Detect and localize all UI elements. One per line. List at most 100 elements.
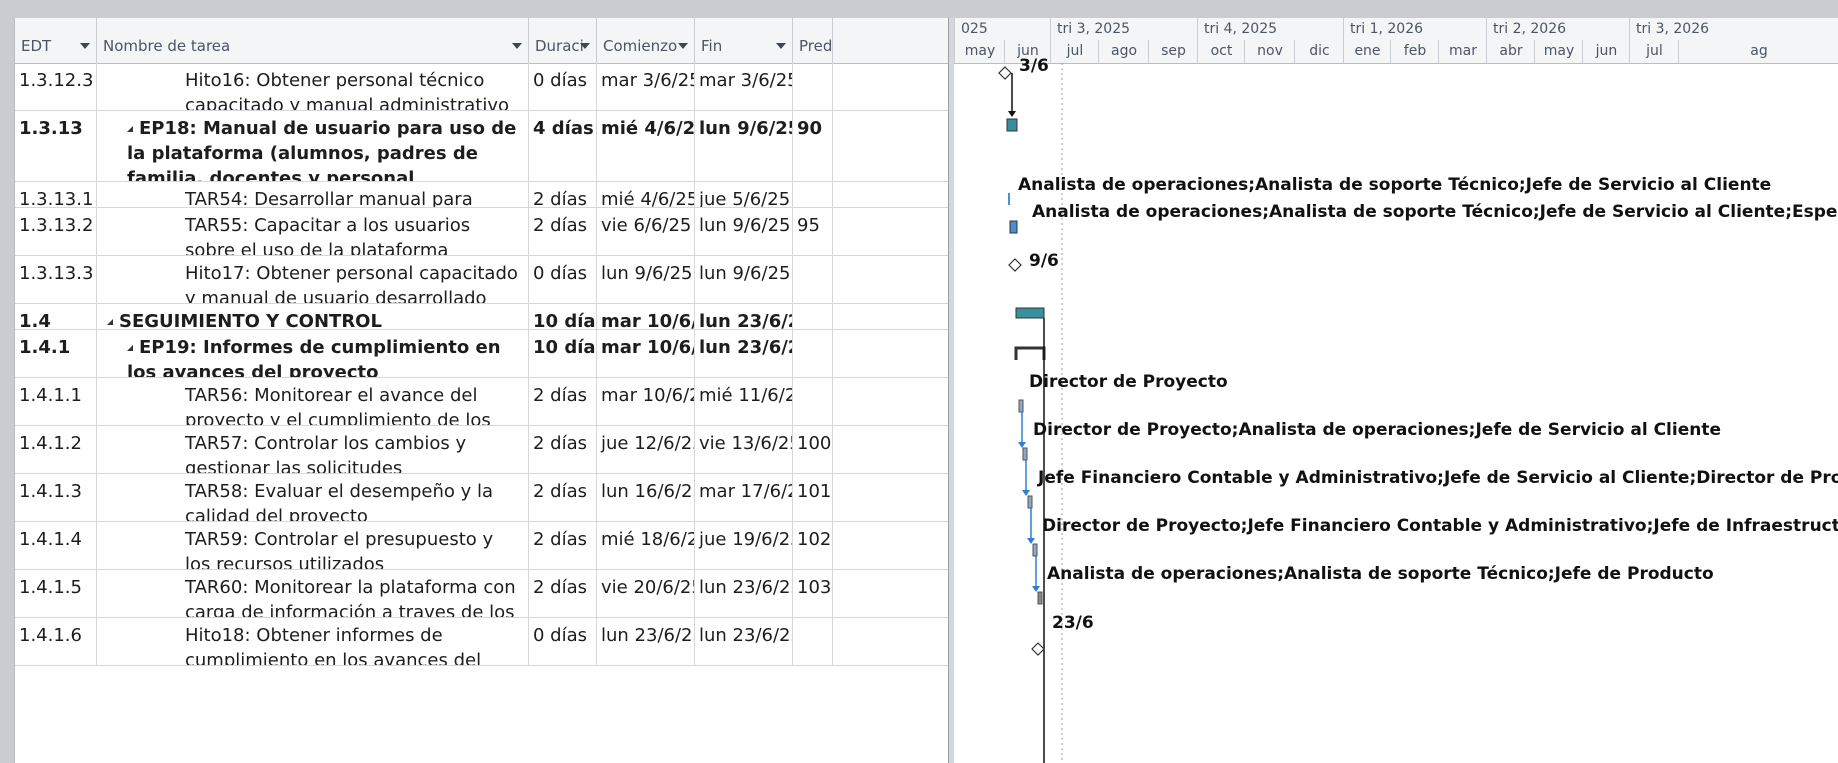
cell-name[interactable]: Hito16: Obtener personal técnico capacit…: [97, 63, 529, 110]
cell-duracion[interactable]: 2 días: [529, 378, 597, 425]
table-row[interactable]: 1.4.1.6 Hito18: Obtener informes de cumpl…: [15, 618, 949, 666]
cell-comienzo[interactable]: jue 12/6/25: [597, 426, 695, 473]
table-row[interactable]: 1.4.1.4 TAR59: Controlar el presupuesto y…: [15, 522, 949, 570]
cell-duracion[interactable]: 2 días: [529, 208, 597, 255]
cell-fin[interactable]: lun 9/6/25: [695, 256, 793, 303]
cell-comienzo[interactable]: vie 6/6/25: [597, 208, 695, 255]
table-row[interactable]: 1.3.13.2 TAR55: Capacitar a los usuarios …: [15, 208, 949, 256]
cell-comienzo[interactable]: lun 16/6/25: [597, 474, 695, 521]
cell-fin[interactable]: lun 23/6/25: [695, 570, 793, 617]
cell-fin[interactable]: lun 23/6/25: [695, 330, 793, 377]
column-header-nombre[interactable]: Nombre de tarea: [97, 18, 529, 63]
table-row[interactable]: 1.4.1.3 TAR58: Evaluar el desempeño y la …: [15, 474, 949, 522]
cell-edt[interactable]: 1.3.13: [15, 111, 97, 181]
cell-edt[interactable]: 1.3.13.2: [15, 208, 97, 255]
cell-pred[interactable]: [793, 378, 833, 425]
cell-duracion[interactable]: 2 días: [529, 570, 597, 617]
cell-duracion[interactable]: 10 días: [529, 330, 597, 377]
cell-name[interactable]: SEGUIMIENTO Y CONTROL: [97, 304, 529, 329]
cell-edt[interactable]: 1.4.1.2: [15, 426, 97, 473]
chevron-down-icon[interactable]: [512, 43, 522, 49]
cell-name[interactable]: TAR54: Desarrollar manual para usuarios: [97, 182, 529, 207]
cell-duracion[interactable]: 0 días: [529, 63, 597, 110]
cell-fin[interactable]: mar 17/6/25: [695, 474, 793, 521]
cell-name[interactable]: Hito17: Obtener personal capacitado y ma…: [97, 256, 529, 303]
cell-duracion[interactable]: 10 días: [529, 304, 597, 329]
cell-edt[interactable]: 1.4: [15, 304, 97, 329]
cell-comienzo[interactable]: mar 3/6/25: [597, 63, 695, 110]
cell-edt[interactable]: 1.4.1: [15, 330, 97, 377]
cell-edt[interactable]: 1.4.1.1: [15, 378, 97, 425]
cell-duracion[interactable]: 2 días: [529, 474, 597, 521]
collapse-triangle-icon[interactable]: [127, 345, 133, 351]
cell-comienzo[interactable]: mié 4/6/25: [597, 182, 695, 207]
cell-pred[interactable]: 103: [793, 570, 833, 617]
cell-edt[interactable]: 1.4.1.3: [15, 474, 97, 521]
cell-name[interactable]: TAR56: Monitorear el avance del proyecto…: [97, 378, 529, 425]
table-row[interactable]: 1.4.1.1 TAR56: Monitorear el avance del p…: [15, 378, 949, 426]
table-row[interactable]: 1.3.13.3 Hito17: Obtener personal capacit…: [15, 256, 949, 304]
column-header-edt[interactable]: EDT: [15, 18, 97, 63]
cell-pred[interactable]: 100: [793, 426, 833, 473]
collapse-triangle-icon[interactable]: [127, 126, 133, 132]
table-row[interactable]: 1.3.12.3 Hito16: Obtener personal técnico…: [15, 63, 949, 111]
cell-pred[interactable]: 102: [793, 522, 833, 569]
cell-comienzo[interactable]: mar 10/6/25: [597, 330, 695, 377]
chevron-down-icon[interactable]: [678, 43, 688, 49]
table-row[interactable]: 1.4 SEGUIMIENTO Y CONTROL 10 días mar 10/6/…: [15, 304, 949, 330]
cell-comienzo[interactable]: mié 4/6/25: [597, 111, 695, 181]
cell-comienzo[interactable]: mar 10/6/25: [597, 378, 695, 425]
cell-name[interactable]: TAR59: Controlar el presupuesto y los re…: [97, 522, 529, 569]
collapse-triangle-icon[interactable]: [107, 319, 113, 325]
cell-duracion[interactable]: 2 días: [529, 182, 597, 207]
cell-edt[interactable]: 1.4.1.5: [15, 570, 97, 617]
table-row[interactable]: 1.3.13.1 TAR54: Desarrollar manual para u…: [15, 182, 949, 208]
cell-fin[interactable]: mar 3/6/25: [695, 63, 793, 110]
column-header-duracion[interactable]: Duraci: [529, 18, 597, 63]
cell-name[interactable]: TAR57: Controlar los cambios y gestionar…: [97, 426, 529, 473]
chevron-down-icon[interactable]: [580, 43, 590, 49]
cell-fin[interactable]: jue 19/6/25: [695, 522, 793, 569]
chevron-down-icon[interactable]: [80, 43, 90, 49]
column-header-pred[interactable]: Pred: [793, 18, 833, 63]
cell-duracion[interactable]: 0 días: [529, 256, 597, 303]
cell-fin[interactable]: lun 23/6/25: [695, 304, 793, 329]
column-header-fin[interactable]: Fin: [695, 18, 793, 63]
cell-edt[interactable]: 1.3.13.3: [15, 256, 97, 303]
cell-name[interactable]: EP19: Informes de cumplimiento en los av…: [97, 330, 529, 377]
cell-name[interactable]: Hito18: Obtener informes de cumplimiento…: [97, 618, 529, 665]
cell-name[interactable]: TAR60: Monitorear la plataforma con carg…: [97, 570, 529, 617]
cell-duracion[interactable]: 2 días: [529, 426, 597, 473]
cell-pred[interactable]: [793, 304, 833, 329]
table-row[interactable]: 1.4.1.2 TAR57: Controlar los cambios y ge…: [15, 426, 949, 474]
cell-comienzo[interactable]: mar 10/6/25: [597, 304, 695, 329]
cell-fin[interactable]: mié 11/6/25: [695, 378, 793, 425]
cell-pred[interactable]: [793, 330, 833, 377]
cell-comienzo[interactable]: mié 18/6/25: [597, 522, 695, 569]
cell-duracion[interactable]: 0 días: [529, 618, 597, 665]
cell-pred[interactable]: [793, 256, 833, 303]
cell-edt[interactable]: 1.4.1.4: [15, 522, 97, 569]
cell-comienzo[interactable]: lun 9/6/25: [597, 256, 695, 303]
cell-duracion[interactable]: 4 días: [529, 111, 597, 181]
table-row[interactable]: 1.4.1 EP19: Informes de cumplimiento en l…: [15, 330, 949, 378]
cell-fin[interactable]: lun 23/6/25: [695, 618, 793, 665]
cell-pred[interactable]: [793, 618, 833, 665]
cell-comienzo[interactable]: vie 20/6/25: [597, 570, 695, 617]
cell-pred[interactable]: 101: [793, 474, 833, 521]
chevron-down-icon[interactable]: [776, 43, 786, 49]
cell-name[interactable]: EP18: Manual de usuario para uso de la p…: [97, 111, 529, 181]
cell-edt[interactable]: 1.4.1.6: [15, 618, 97, 665]
table-row[interactable]: 1.3.13 EP18: Manual de usuario para uso d…: [15, 111, 949, 182]
cell-pred[interactable]: 90: [793, 111, 833, 181]
cell-fin[interactable]: lun 9/6/25: [695, 208, 793, 255]
column-header-comienzo[interactable]: Comienzo: [597, 18, 695, 63]
cell-fin[interactable]: lun 9/6/25: [695, 111, 793, 181]
cell-comienzo[interactable]: lun 23/6/25: [597, 618, 695, 665]
cell-edt[interactable]: 1.3.13.1: [15, 182, 97, 207]
table-row[interactable]: 1.4.1.5 TAR60: Monitorear la plataforma c…: [15, 570, 949, 618]
cell-fin[interactable]: vie 13/6/25: [695, 426, 793, 473]
cell-edt[interactable]: 1.3.12.3: [15, 63, 97, 110]
cell-pred[interactable]: [793, 63, 833, 110]
cell-pred[interactable]: [793, 182, 833, 207]
